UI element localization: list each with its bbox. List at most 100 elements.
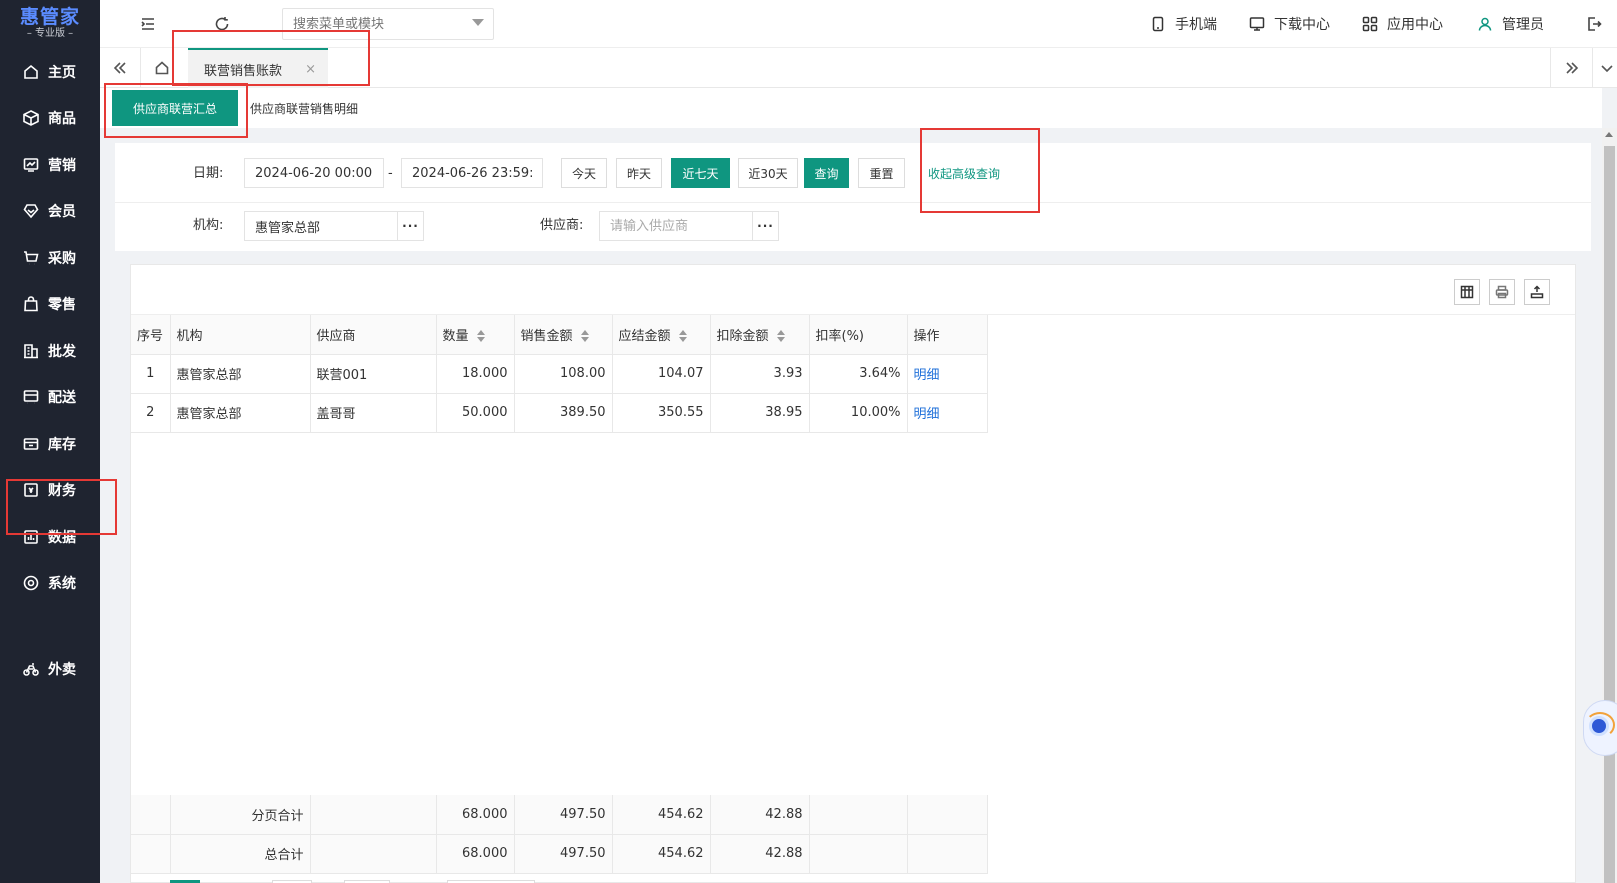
- menu-fold-icon[interactable]: [138, 14, 158, 34]
- user-name: 管理员: [1502, 17, 1544, 33]
- supplier-picker-button[interactable]: ···: [753, 211, 779, 241]
- scroll-up-arrow[interactable]: [1605, 132, 1613, 137]
- col-header-deduct-amount[interactable]: 扣除金额: [710, 315, 810, 355]
- sidebar-item-finance[interactable]: 财务: [0, 472, 100, 508]
- home-icon: [22, 63, 40, 81]
- col-header-index: 序号: [131, 315, 171, 355]
- subtab-supplier-summary[interactable]: 供应商联营汇总: [112, 90, 238, 126]
- subtab-supplier-detail[interactable]: 供应商联营销售明细: [250, 90, 358, 126]
- date-from-input[interactable]: [244, 158, 384, 188]
- logout-icon[interactable]: [1584, 14, 1604, 34]
- table-row[interactable]: 2 惠管家总部 盖哥哥 50.000 389.50 350.55 38.95 1…: [131, 393, 988, 433]
- sidebar-item-data[interactable]: 数据: [0, 519, 100, 555]
- detail-link[interactable]: 明细: [914, 407, 940, 422]
- cell-index: 2: [131, 393, 171, 433]
- last-7-days-button[interactable]: 近七天: [671, 158, 730, 188]
- sidebar-item-takeaway[interactable]: 外卖: [0, 651, 100, 687]
- cell-org: 惠管家总部: [170, 354, 311, 394]
- refresh-icon[interactable]: [212, 14, 232, 34]
- cart-icon: [22, 249, 40, 267]
- home-tab-icon[interactable]: [152, 58, 172, 78]
- cell-index: 1: [131, 354, 171, 394]
- org-picker-button[interactable]: ···: [398, 211, 424, 241]
- print-button[interactable]: [1489, 279, 1515, 305]
- top-header: 手机端 下载中心 应用中心 管理员: [100, 0, 1617, 48]
- tabs-scroll-left-icon[interactable]: [110, 58, 130, 78]
- reset-button[interactable]: 重置: [858, 158, 905, 188]
- download-center-link[interactable]: 下载中心: [1249, 0, 1330, 48]
- col-header-settle-amount[interactable]: 应结金额: [612, 315, 711, 355]
- user-avatar-icon: [1478, 17, 1492, 31]
- grid-header: 序号 机构 供应商 数量 销售金额 应结金额 扣除金额 扣率(%) 操作: [131, 315, 988, 355]
- date-to-input[interactable]: [401, 158, 543, 188]
- col-header-supplier: 供应商: [310, 315, 437, 355]
- gear-icon: [22, 574, 40, 592]
- trend-icon: [22, 156, 40, 174]
- mobile-link[interactable]: 手机端: [1150, 0, 1217, 48]
- tabs-scroll-right-icon[interactable]: [1562, 58, 1582, 78]
- tab-joint-sales-account[interactable]: 联营销售账款 ×: [188, 48, 328, 88]
- filter-panel: 日期: - 今天 昨天 近七天 近30天 查询 重置 收起高级查询 机构: ··…: [115, 143, 1591, 251]
- sort-icon[interactable]: [476, 330, 485, 343]
- sidebar-item-retail[interactable]: 零售: [0, 286, 100, 322]
- column-settings-button[interactable]: [1454, 279, 1480, 305]
- toggle-advanced-query-link[interactable]: 收起高级查询: [928, 159, 1000, 189]
- col-header-qty[interactable]: 数量: [436, 315, 515, 355]
- chevron-down-icon[interactable]: [472, 19, 484, 26]
- sidebar-item-members[interactable]: 会员: [0, 193, 100, 229]
- sidebar: 惠管家 – 专业版 – 主页 商品 营销 会员 采购 零售 批发 配送 库存 财…: [0, 0, 100, 883]
- subtotal-settle: 454.62: [612, 795, 711, 835]
- last-30-days-button[interactable]: 近30天: [738, 158, 798, 188]
- sidebar-item-system[interactable]: 系统: [0, 565, 100, 601]
- monitor-icon: [1249, 17, 1265, 31]
- cell-deduct-amount: 3.93: [710, 354, 810, 394]
- sub-tabs: 供应商联营汇总 供应商联营销售明细: [100, 88, 1602, 128]
- sidebar-item-label: 外卖: [48, 662, 76, 678]
- sidebar-item-delivery[interactable]: 配送: [0, 379, 100, 415]
- sidebar-item-wholesale[interactable]: 批发: [0, 333, 100, 369]
- sidebar-item-label: 营销: [48, 158, 76, 174]
- detail-link[interactable]: 明细: [914, 368, 940, 383]
- scrollbar-thumb[interactable]: [1604, 146, 1615, 883]
- brand-logo[interactable]: 惠管家 – 专业版 –: [0, 0, 100, 46]
- sort-icon[interactable]: [580, 330, 589, 343]
- export-icon: [1530, 285, 1544, 299]
- supplier-input[interactable]: [599, 211, 753, 241]
- cell-settle-amount: 104.07: [612, 354, 711, 394]
- menu-search-input[interactable]: [282, 8, 494, 40]
- sidebar-item-label: 零售: [48, 297, 76, 313]
- brand-name: 惠管家: [19, 6, 80, 28]
- col-header-deduct-rate: 扣率(%): [809, 315, 908, 355]
- sidebar-item-purchase[interactable]: 采购: [0, 240, 100, 276]
- subtotal-row: 分页合计 68.000 497.50 454.62 42.88: [131, 795, 988, 835]
- sidebar-item-home[interactable]: 主页: [0, 54, 100, 90]
- cell-sales-amount: 108.00: [514, 354, 613, 394]
- tabs-dropdown-icon[interactable]: [1597, 58, 1617, 78]
- sort-icon[interactable]: [776, 330, 785, 343]
- sidebar-item-marketing[interactable]: 营销: [0, 147, 100, 183]
- user-menu[interactable]: 管理员: [1477, 0, 1544, 48]
- header-row: 序号 机构 供应商 数量 销售金额 应结金额 扣除金额 扣率(%) 操作: [131, 315, 988, 355]
- export-button[interactable]: [1524, 279, 1550, 305]
- app-center-link[interactable]: 应用中心: [1362, 0, 1443, 48]
- close-icon[interactable]: ×: [305, 62, 316, 77]
- brand-edition: – 专业版 –: [26, 28, 74, 39]
- query-button[interactable]: 查询: [804, 158, 849, 188]
- sidebar-item-products[interactable]: 商品: [0, 100, 100, 136]
- cell-deduct-rate: 10.00%: [809, 393, 908, 433]
- apps-grid-icon: [1362, 16, 1378, 32]
- yesterday-button[interactable]: 昨天: [616, 158, 662, 188]
- org-input[interactable]: [244, 211, 398, 241]
- today-button[interactable]: 今天: [561, 158, 607, 188]
- table-row[interactable]: 1 惠管家总部 联营001 18.000 108.00 104.07 3.93 …: [131, 354, 988, 394]
- total-settle: 454.62: [612, 834, 711, 874]
- sidebar-item-inventory[interactable]: 库存: [0, 426, 100, 462]
- sort-icon[interactable]: [678, 330, 687, 343]
- supplier-label: 供应商:: [540, 218, 584, 233]
- subtotal-deduct: 42.88: [710, 795, 810, 835]
- col-header-sales-amount[interactable]: 销售金额: [514, 315, 613, 355]
- cell-org: 惠管家总部: [170, 393, 311, 433]
- total-qty: 68.000: [436, 834, 515, 874]
- cell-supplier: 联营001: [310, 354, 437, 394]
- floating-assistant-button[interactable]: [1583, 692, 1617, 764]
